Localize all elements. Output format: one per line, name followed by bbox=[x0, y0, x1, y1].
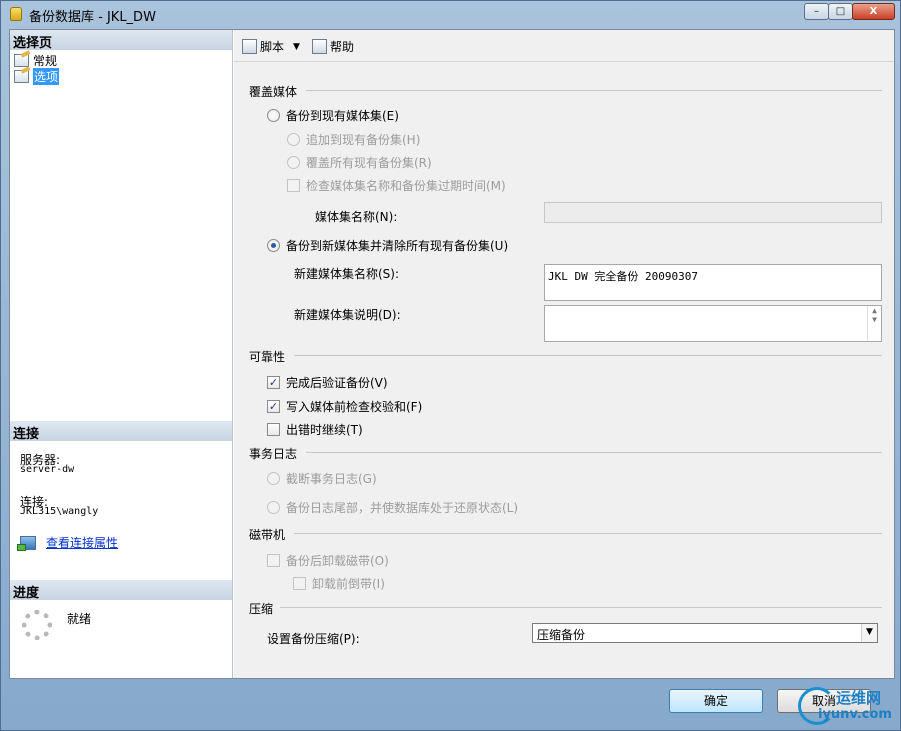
checkbox-checked: ✓ bbox=[267, 400, 280, 413]
group-reliability: 可靠性 bbox=[249, 350, 286, 364]
scrollbar[interactable]: ▲ ▼ bbox=[867, 306, 881, 341]
minimize-button[interactable]: – bbox=[804, 3, 829, 20]
radio-circle bbox=[267, 501, 280, 514]
group-divider bbox=[280, 607, 882, 608]
group-divider bbox=[294, 533, 882, 534]
connection-header: 连接 bbox=[10, 421, 232, 442]
help-icon bbox=[312, 39, 327, 54]
watermark-logo: 运维网 iyunv.com bbox=[798, 685, 898, 729]
group-tape-drive: 磁带机 bbox=[249, 528, 286, 542]
close-button[interactable]: X bbox=[852, 3, 895, 20]
radio-circle bbox=[267, 109, 280, 122]
radio-append-existing[interactable]: 追加到现有备份集(H) bbox=[287, 131, 420, 148]
title-bar[interactable]: 备份数据库 - JKL_DW – □ X bbox=[1, 1, 900, 27]
group-divider bbox=[306, 90, 882, 91]
window-title: 备份数据库 - JKL_DW bbox=[29, 10, 156, 25]
radio-circle bbox=[267, 472, 280, 485]
media-set-name-input[interactable] bbox=[544, 202, 882, 223]
radio-label: 备份到新媒体集并清除所有现有备份集(U) bbox=[286, 239, 509, 253]
radio-overwrite-all[interactable]: 覆盖所有现有备份集(R) bbox=[287, 154, 432, 171]
server-value: server-dw bbox=[20, 464, 75, 475]
radio-truncate-log[interactable]: 截断事务日志(G) bbox=[267, 470, 377, 487]
script-label: 脚本 bbox=[260, 40, 285, 54]
view-connection-link[interactable]: 查看连接属性 bbox=[46, 534, 118, 551]
new-media-desc-input[interactable]: ▲ ▼ bbox=[544, 305, 882, 342]
radio-label: 备份日志尾部，并使数据库处于还原状态(L) bbox=[286, 501, 519, 515]
chevron-down-icon[interactable]: ▼ bbox=[861, 624, 877, 642]
page-label-options: 选项 bbox=[33, 67, 60, 85]
radio-label: 截断事务日志(G) bbox=[286, 472, 377, 486]
group-compression: 压缩 bbox=[249, 602, 274, 616]
progress-spinner-icon bbox=[22, 610, 52, 640]
help-button[interactable]: 帮助 bbox=[312, 38, 354, 55]
checkbox bbox=[267, 554, 280, 567]
radio-backup-existing-set[interactable]: 备份到现有媒体集(E) bbox=[267, 107, 399, 124]
progress-status: 就绪 bbox=[67, 612, 92, 626]
checkbox-label: 备份后卸载磁带(O) bbox=[286, 554, 389, 568]
group-transaction-log: 事务日志 bbox=[249, 447, 298, 461]
check-checksum[interactable]: ✓ 写入媒体前检查校验和(F) bbox=[267, 398, 422, 415]
radio-circle bbox=[287, 133, 300, 146]
script-icon bbox=[242, 39, 257, 54]
compression-selected-value: 压缩备份 bbox=[537, 628, 586, 642]
left-panel: 选择页 常规 选项 连接 服务器: server-dw 连接: JKL315\w… bbox=[10, 30, 233, 678]
radio-label: 追加到现有备份集(H) bbox=[306, 133, 421, 147]
checkbox-label: 出错时继续(T) bbox=[286, 423, 363, 437]
check-rewind-tape[interactable]: 卸载前倒带(I) bbox=[293, 575, 385, 592]
page-item-general[interactable]: 常规 bbox=[14, 52, 57, 68]
radio-label: 备份到现有媒体集(E) bbox=[286, 109, 399, 123]
check-continue-on-error[interactable]: 出错时继续(T) bbox=[267, 421, 363, 438]
chevron-down-icon[interactable]: ▼ bbox=[293, 42, 300, 52]
checkbox-label: 检查媒体集名称和备份集过期时间(M) bbox=[306, 179, 506, 193]
script-button[interactable]: 脚本 ▼ bbox=[242, 38, 300, 55]
new-media-name-input[interactable]: JKL DW 完全备份 20090307 bbox=[544, 264, 882, 301]
checkbox bbox=[293, 577, 306, 590]
compression-setting-label: 设置备份压缩(P): bbox=[267, 632, 360, 646]
page-icon bbox=[14, 69, 29, 83]
page-label-general: 常规 bbox=[33, 53, 58, 68]
view-connection-properties[interactable]: 查看连接属性 bbox=[17, 534, 118, 551]
watermark-en: iyunv.com bbox=[818, 707, 892, 722]
page-icon bbox=[14, 53, 29, 67]
dialog-client-area: 选择页 常规 选项 连接 服务器: server-dw 连接: JKL315\w… bbox=[9, 29, 895, 679]
connection-properties-icon bbox=[17, 535, 36, 551]
radio-tail-log[interactable]: 备份日志尾部，并使数据库处于还原状态(L) bbox=[267, 499, 518, 516]
page-item-options[interactable]: 选项 bbox=[14, 67, 60, 85]
new-media-desc-label: 新建媒体集说明(D): bbox=[294, 308, 401, 322]
radio-circle-selected bbox=[267, 239, 280, 252]
connection-value: JKL315\wangly bbox=[20, 506, 99, 517]
radio-label: 覆盖所有现有备份集(R) bbox=[306, 156, 432, 170]
database-icon bbox=[10, 7, 22, 21]
radio-circle bbox=[287, 156, 300, 169]
toolbar: 脚本 ▼ 帮助 bbox=[234, 30, 894, 62]
new-media-name-label: 新建媒体集名称(S): bbox=[294, 267, 400, 281]
progress-header: 进度 bbox=[10, 580, 232, 601]
backup-database-window: 备份数据库 - JKL_DW – □ X 选择页 常规 选项 连接 服务器: s… bbox=[0, 0, 901, 731]
checkbox bbox=[287, 179, 300, 192]
check-media-name-expiry[interactable]: 检查媒体集名称和备份集过期时间(M) bbox=[287, 177, 506, 194]
media-set-name-label: 媒体集名称(N): bbox=[315, 210, 398, 224]
checkbox-label: 写入媒体前检查校验和(F) bbox=[286, 400, 423, 414]
radio-backup-new-set[interactable]: 备份到新媒体集并清除所有现有备份集(U) bbox=[267, 237, 508, 254]
checkbox-checked: ✓ bbox=[267, 376, 280, 389]
checkbox-label: 卸载前倒带(I) bbox=[312, 577, 385, 591]
group-divider bbox=[294, 355, 882, 356]
ok-button[interactable]: 确定 bbox=[669, 689, 763, 713]
group-overwrite-media: 覆盖媒体 bbox=[249, 85, 298, 99]
checkbox-label: 完成后验证备份(V) bbox=[286, 376, 388, 390]
watermark-cn: 运维网 bbox=[836, 689, 882, 707]
checkbox bbox=[267, 423, 280, 436]
options-panel: 脚本 ▼ 帮助 覆盖媒体 备份到现有媒体集(E) 追加到现有备份集(H) 覆盖所… bbox=[234, 30, 894, 678]
check-verify-backup[interactable]: ✓ 完成后验证备份(V) bbox=[267, 374, 388, 391]
group-divider bbox=[306, 452, 882, 453]
check-unload-tape[interactable]: 备份后卸载磁带(O) bbox=[267, 552, 389, 569]
select-page-header: 选择页 bbox=[10, 30, 232, 51]
help-label: 帮助 bbox=[330, 40, 355, 54]
compression-select[interactable]: 压缩备份 ▼ bbox=[532, 623, 878, 643]
maximize-button[interactable]: □ bbox=[828, 3, 853, 20]
